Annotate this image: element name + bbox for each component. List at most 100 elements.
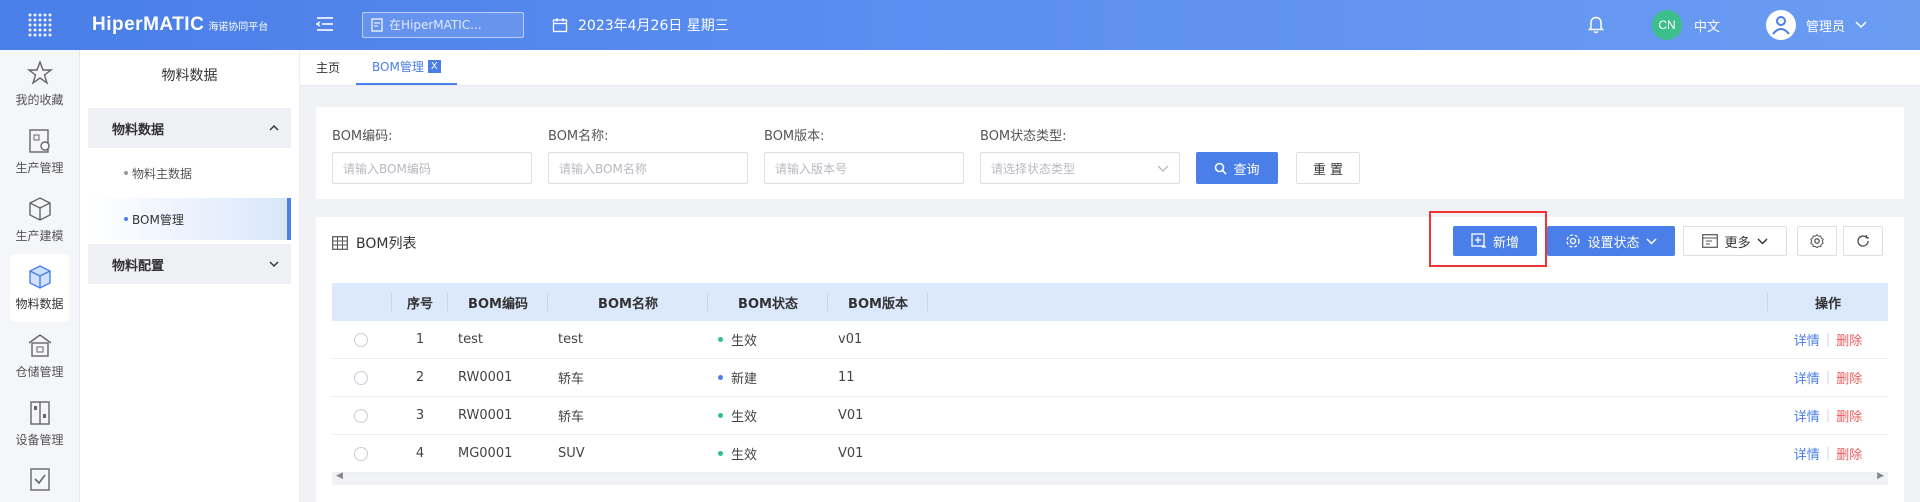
- subnav-group-config[interactable]: 物料配置: [88, 244, 291, 284]
- rail-label: 生产建模: [15, 229, 64, 243]
- chevron-down-icon: [1757, 238, 1767, 244]
- placeholder: 请选择状态类型: [991, 161, 1076, 176]
- col-actions: 操作: [1814, 296, 1841, 312]
- bell-icon[interactable]: [1588, 16, 1604, 38]
- cell-status: 生效: [708, 321, 828, 358]
- tab-home[interactable]: 主页: [316, 49, 340, 85]
- row-radio[interactable]: [354, 332, 368, 347]
- add-button[interactable]: 新增: [1453, 226, 1537, 256]
- lang-label: 中文: [1694, 19, 1721, 35]
- rail-label: 物料数据: [15, 297, 64, 311]
- rail-item-modeling[interactable]: 生产建模: [0, 186, 79, 254]
- rail-item-device[interactable]: 设备管理: [0, 390, 79, 458]
- table-row: 2 RW0001 轿车 新建 11 详情 | 删除: [332, 359, 1888, 397]
- list-title: BOM列表: [332, 233, 416, 253]
- delete-link[interactable]: 删除: [1836, 368, 1862, 387]
- top-header: HiperMATIC海诺协同平台 2023年4月26日 星期三 CN 中文 管理…: [0, 0, 1920, 50]
- detail-link[interactable]: 详情: [1794, 406, 1820, 425]
- delete-link[interactable]: 删除: [1836, 330, 1862, 349]
- user-name: 管理员: [1806, 19, 1846, 35]
- cell-code: test: [458, 332, 483, 347]
- set-status-button[interactable]: 设置状态: [1547, 226, 1675, 256]
- rail-item-warehouse[interactable]: 仓储管理: [0, 322, 79, 390]
- status-text: 生效: [731, 334, 758, 349]
- date-text: 2023年4月26日 星期三: [578, 18, 729, 34]
- placeholder: 请输入BOM名称: [559, 161, 647, 176]
- bom-name-input[interactable]: 请输入BOM名称: [548, 152, 748, 184]
- table-row: 1 test test 生效 v01 详情 | 删除: [332, 321, 1888, 359]
- cell-actions: 详情 | 删除: [1793, 330, 1863, 349]
- shield-icon: [29, 468, 50, 491]
- query-button[interactable]: 查询: [1196, 152, 1278, 184]
- user-menu[interactable]: 管理员: [1766, 10, 1867, 40]
- bom-status-select[interactable]: 请选择状态类型: [980, 152, 1180, 184]
- bom-code-input[interactable]: 请输入BOM编码: [332, 152, 532, 184]
- cell-code: MG0001: [458, 446, 513, 461]
- table-icon: [332, 236, 348, 250]
- row-radio[interactable]: [354, 446, 368, 461]
- detail-link[interactable]: 详情: [1794, 368, 1820, 387]
- placeholder: 请输入BOM编码: [343, 161, 431, 176]
- rail-item-material[interactable]: 物料数据: [10, 254, 69, 322]
- row-radio[interactable]: [354, 408, 368, 423]
- subnav-title: 物料数据: [161, 68, 218, 84]
- language-switch[interactable]: CN 中文: [1652, 10, 1720, 40]
- global-search[interactable]: [362, 12, 524, 38]
- search-icon: [1215, 162, 1228, 175]
- horizontal-scrollbar[interactable]: ◀ ▶: [332, 471, 1888, 485]
- filter-panel: BOM编码: 请输入BOM编码 BOM名称: 请输入BOM名称 BOM版本: 请…: [316, 107, 1904, 199]
- detail-link[interactable]: 详情: [1794, 330, 1820, 349]
- detail-link[interactable]: 详情: [1794, 444, 1820, 463]
- subnav-item-bom[interactable]: BOM管理: [88, 198, 291, 240]
- reset-button[interactable]: 重 置: [1296, 152, 1360, 184]
- cell-status: 新建: [708, 359, 828, 396]
- cell-name: 轿车: [558, 410, 585, 425]
- cell-version: 11: [838, 370, 855, 385]
- cube-icon: [28, 197, 51, 221]
- group-label: 物料数据: [112, 122, 165, 138]
- tab-bom[interactable]: BOM管理 X: [356, 49, 457, 85]
- col-select: [332, 283, 392, 321]
- rail-item-quality[interactable]: [0, 458, 79, 502]
- cell-code: RW0001: [458, 370, 513, 385]
- subnav-item-material-master[interactable]: 物料主数据: [88, 152, 291, 194]
- app-logo: HiperMATIC 海诺协同平台: [92, 14, 269, 35]
- bom-list-panel: BOM列表 新增 设置状态 更多 序号 BOM编码 BOM名称 BOM状态 BO…: [316, 211, 1904, 502]
- close-icon[interactable]: X: [427, 59, 441, 73]
- bom-version-input[interactable]: 请输入版本号: [764, 152, 964, 184]
- tab-label: BOM管理: [372, 59, 424, 74]
- chevron-down-icon: [1157, 165, 1169, 172]
- version-label: BOM版本:: [764, 129, 825, 144]
- rail-item-production[interactable]: 生产管理: [0, 118, 79, 186]
- app-grid-icon[interactable]: [0, 0, 80, 50]
- table-row: 4 MG0001 SUV 生效 V01 详情 | 删除: [332, 435, 1888, 473]
- refresh-button[interactable]: [1843, 226, 1883, 256]
- row-radio[interactable]: [354, 370, 368, 385]
- list-title-text: BOM列表: [356, 236, 417, 252]
- more-button[interactable]: 更多: [1683, 226, 1787, 256]
- production-icon: [28, 129, 50, 153]
- cell-actions: 详情 | 删除: [1793, 406, 1863, 425]
- menu-toggle-icon[interactable]: [315, 14, 334, 34]
- status-dot: [718, 375, 723, 380]
- settings-button[interactable]: [1797, 226, 1837, 256]
- col-spacer: [928, 283, 1768, 321]
- code-label: BOM编码:: [332, 129, 393, 144]
- cell-status: 生效: [708, 397, 828, 434]
- rail-label: 设备管理: [15, 433, 64, 447]
- chevron-up-icon: [269, 125, 279, 131]
- scroll-left-icon[interactable]: ◀: [336, 471, 343, 481]
- subnav-group-material[interactable]: 物料数据: [88, 108, 291, 148]
- scroll-right-icon[interactable]: ▶: [1877, 471, 1884, 481]
- delete-link[interactable]: 删除: [1836, 406, 1862, 425]
- status-label: BOM状态类型:: [980, 129, 1067, 144]
- col-name: BOM名称: [548, 283, 708, 321]
- status-text: 新建: [731, 372, 758, 387]
- bullet-dot: [124, 217, 128, 221]
- col-version: BOM版本: [828, 283, 928, 321]
- rail-item-favorites[interactable]: 我的收藏: [0, 50, 79, 118]
- delete-link[interactable]: 删除: [1836, 444, 1862, 463]
- col-status: BOM状态: [708, 283, 828, 321]
- global-search-input[interactable]: [389, 18, 509, 32]
- field-bom-code: BOM编码: 请输入BOM编码: [332, 125, 532, 184]
